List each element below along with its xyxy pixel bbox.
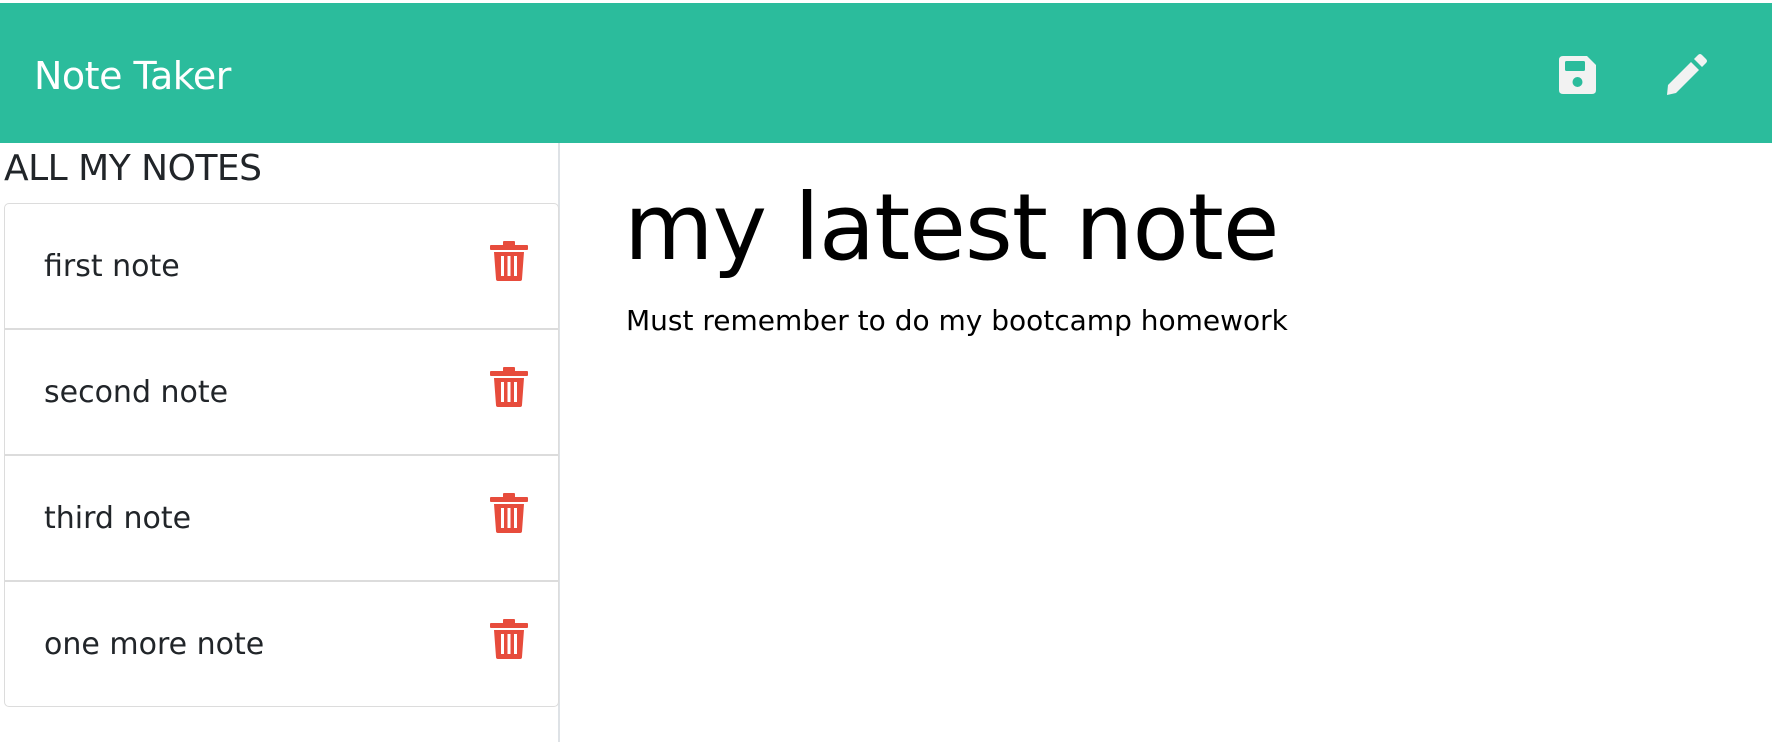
save-note-button[interactable] (1551, 49, 1603, 101)
list-item[interactable]: one more note (5, 582, 558, 706)
note-title: third note (44, 501, 192, 536)
trash-icon[interactable] (490, 493, 528, 533)
trash-icon[interactable] (490, 367, 528, 407)
notes-sidebar: ALL MY NOTES first note second note thir… (0, 143, 560, 742)
note-title: one more note (44, 627, 265, 662)
trash-icon[interactable] (490, 619, 528, 659)
note-list: first note second note third note one mo… (4, 203, 559, 707)
note-title: first note (44, 249, 180, 284)
note-editor: my latest note Must remember to do my bo… (560, 143, 1772, 742)
note-text-area[interactable]: Must remember to do my bootcamp homework (626, 303, 1288, 339)
note-title: second note (44, 375, 229, 410)
sidebar-title: ALL MY NOTES (4, 148, 262, 189)
list-item[interactable]: first note (5, 204, 558, 330)
list-item[interactable]: third note (5, 456, 558, 582)
navbar: Note Taker (0, 3, 1772, 143)
trash-icon[interactable] (490, 241, 528, 281)
pencil-icon (1667, 54, 1707, 95)
note-title-field[interactable]: my latest note (624, 173, 1279, 283)
app-title: Note Taker (34, 54, 231, 98)
floppy-disk-icon (1559, 56, 1596, 94)
new-note-button[interactable] (1660, 49, 1712, 101)
list-item[interactable]: second note (5, 330, 558, 456)
